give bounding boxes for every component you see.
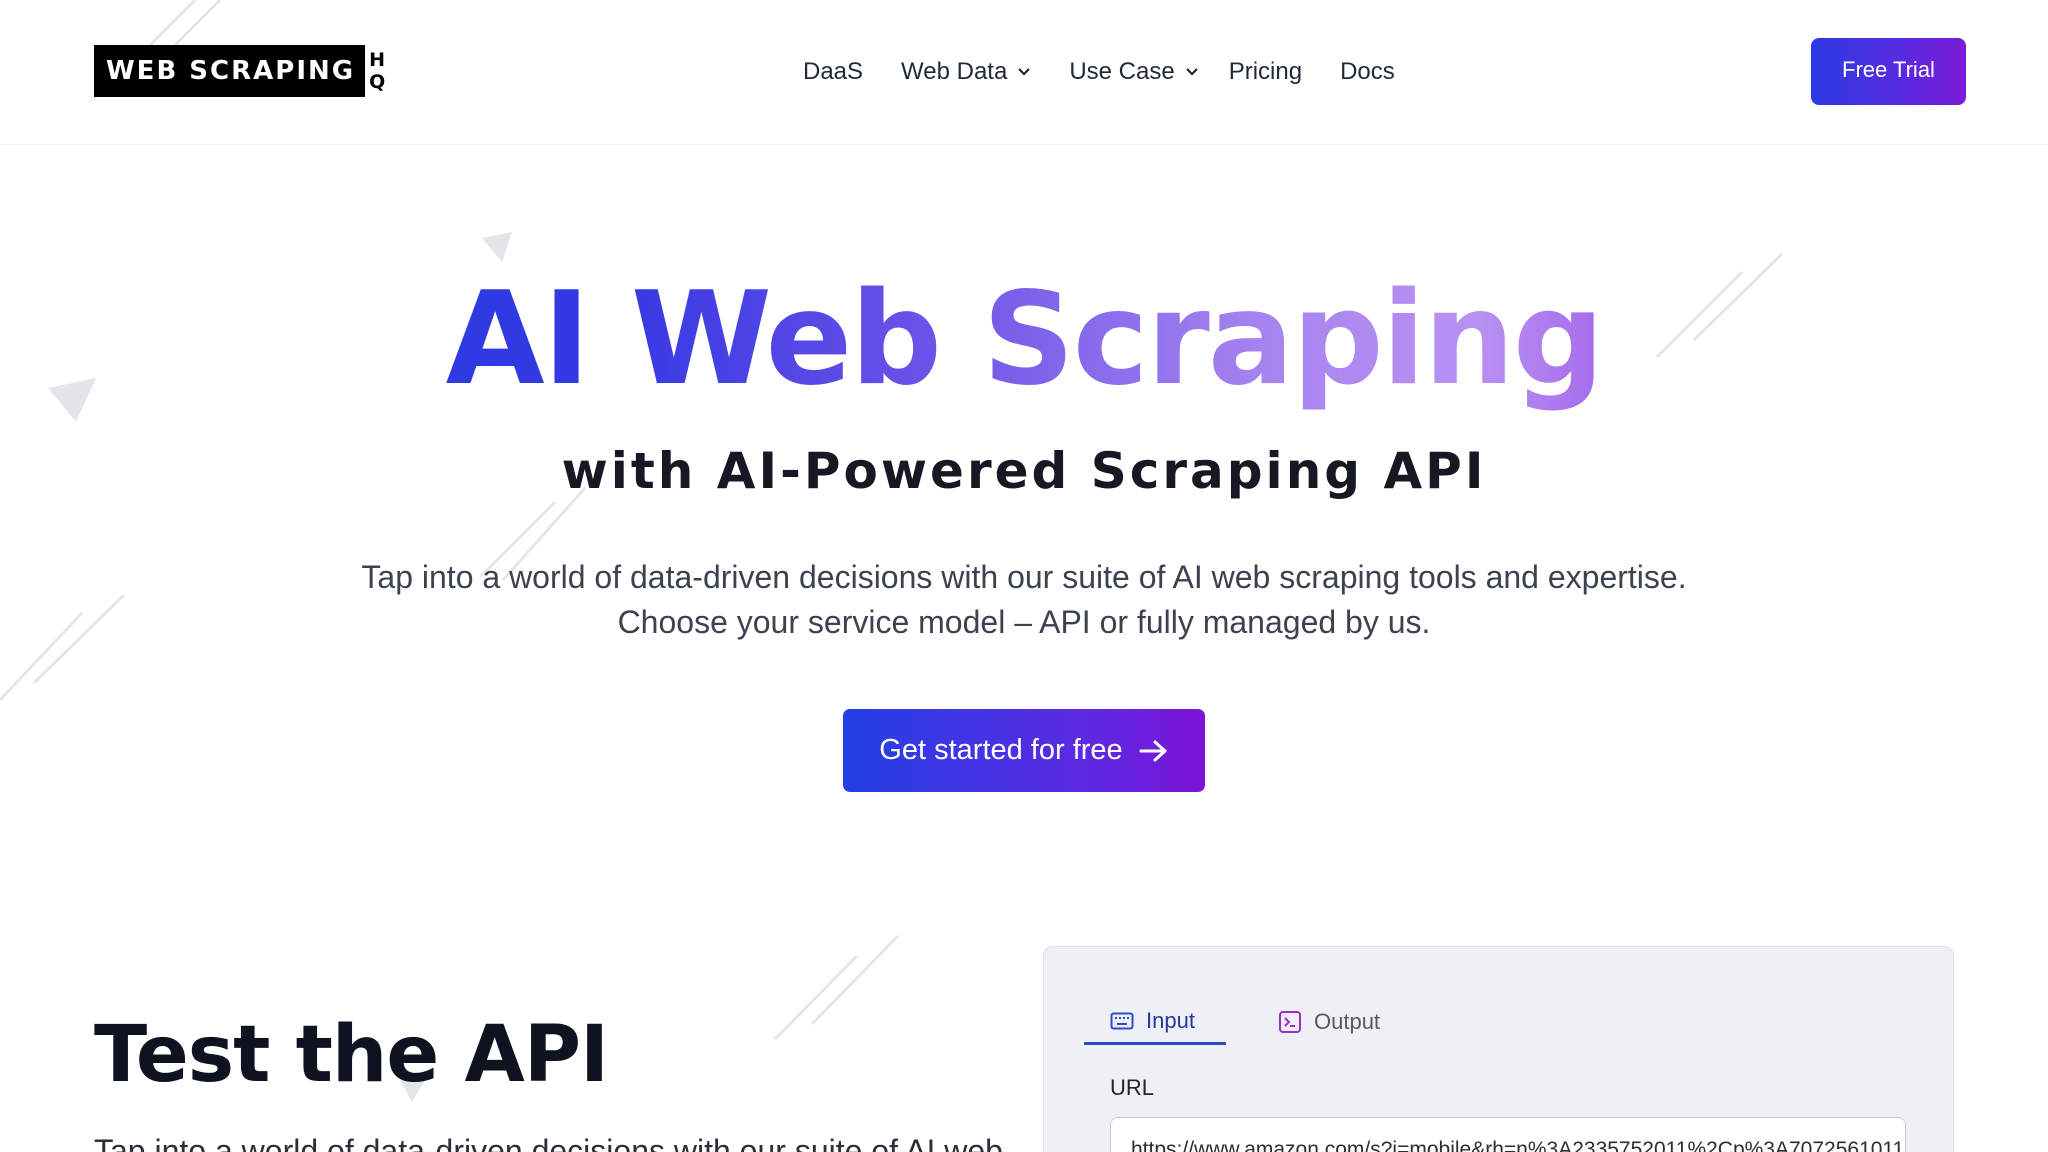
get-started-button[interactable]: Get started for free: [843, 709, 1205, 792]
get-started-label: Get started for free: [879, 734, 1123, 766]
free-trial-button[interactable]: Free Trial: [1811, 38, 1966, 105]
tab-output-label: Output: [1314, 1009, 1381, 1034]
site-logo[interactable]: WEB SCRAPING H Q: [94, 45, 385, 97]
url-label: URL: [1110, 1075, 1155, 1100]
nav-item-docs[interactable]: Docs: [1340, 58, 1395, 86]
nav-item-label: Use Case: [1069, 58, 1175, 85]
terminal-icon: [1279, 1011, 1301, 1033]
logo-hq-q: Q: [369, 71, 386, 93]
nav-item-label: Pricing: [1228, 58, 1303, 85]
nav-item-web-data[interactable]: Web Data: [901, 58, 1031, 86]
url-input[interactable]: https://www.amazon.com/s?i=mobile&rh=n%3…: [1110, 1117, 1906, 1152]
hero-subtitle: with AI-Powered Scraping API: [561, 442, 1487, 500]
nav-item-label: Web Data: [901, 58, 1008, 85]
test-api-title: Test the API: [94, 1010, 609, 1100]
nav-item-pricing[interactable]: Pricing: [1229, 58, 1302, 86]
main-nav: DaaS Web Data Use Case Pricing Docs: [803, 52, 1395, 92]
decorative-lines-lower: [772, 934, 902, 1044]
nav-item-daas[interactable]: DaaS: [803, 58, 863, 86]
test-api-description: Tap into a world of data-driven decision…: [94, 1133, 1003, 1152]
chevron-down-icon: [1018, 68, 1031, 76]
keyboard-icon: [1110, 1012, 1134, 1029]
tab-input[interactable]: Input: [1084, 999, 1226, 1045]
hero-description-line: Tap into a world of data-driven decision…: [361, 559, 1687, 595]
logo-hq: H Q: [369, 49, 385, 93]
nav-item-label: DaaS: [803, 58, 864, 85]
tab-input-label: Input: [1146, 1007, 1195, 1033]
arrow-right-icon: [1139, 740, 1167, 761]
logo-wordmark: WEB SCRAPING: [94, 45, 366, 97]
hero-title: AI Web Scraping: [0, 265, 2048, 415]
nav-item-label: Docs: [1340, 58, 1395, 85]
hero-description-line: Choose your service model – API or fully…: [617, 604, 1431, 640]
nav-item-use-case[interactable]: Use Case: [1069, 58, 1198, 86]
logo-hq-h: H: [369, 49, 385, 71]
hero-description: Tap into a world of data-driven decision…: [0, 555, 2048, 645]
chevron-down-icon: [1185, 68, 1198, 76]
decorative-triangle: [482, 232, 518, 264]
site-header: WEB SCRAPING H Q DaaS Web Data Use Case …: [0, 0, 2048, 145]
api-test-panel: Input Output URL https://www.amazon.com/…: [1043, 946, 1954, 1152]
tab-output[interactable]: Output: [1278, 999, 1380, 1045]
